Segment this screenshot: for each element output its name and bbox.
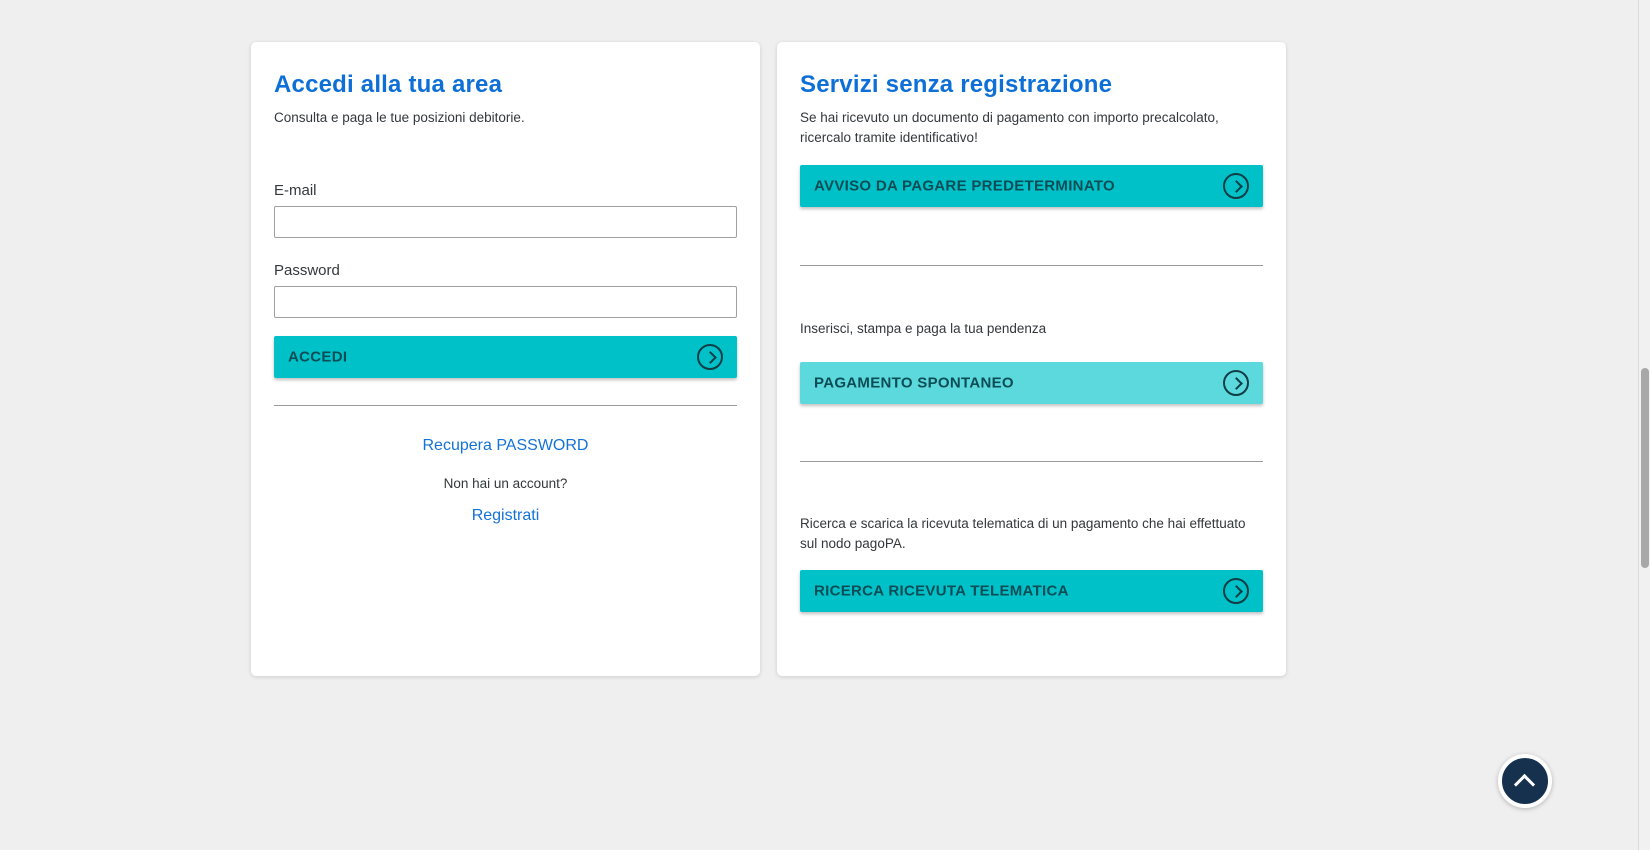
email-field[interactable] (274, 206, 737, 238)
login-card: Accedi alla tua area Consulta e paga le … (251, 42, 760, 676)
login-divider (274, 405, 737, 406)
recover-password-link[interactable]: Recupera PASSWORD (274, 437, 737, 455)
ricerca-ricevuta-button[interactable]: RICERCA RICEVUTA TELEMATICA (800, 570, 1263, 612)
vertical-scrollbar[interactable] (1638, 0, 1650, 850)
chevron-right-circle-icon (1223, 578, 1249, 604)
scroll-to-top-button[interactable] (1498, 754, 1552, 808)
no-account-text: Non hai un account? (274, 476, 737, 491)
chevron-right-circle-icon (1223, 173, 1249, 199)
page-background: { "login_card": { "title": "Accedi alla … (0, 0, 1650, 850)
ricerca-ricevuta-button-label: RICERCA RICEVUTA TELEMATICA (814, 583, 1069, 600)
scrollbar-thumb[interactable] (1641, 368, 1649, 568)
login-card-subtitle: Consulta e paga le tue posizioni debitor… (274, 108, 737, 128)
avviso-predeterminato-button[interactable]: AVVISO DA PAGARE PREDETERMINATO (800, 165, 1263, 207)
password-label: Password (274, 262, 737, 280)
chevron-right-circle-icon (1223, 370, 1249, 396)
email-label: E-mail (274, 182, 737, 200)
receipt-search-text: Ricerca e scarica la ricevuta telematica… (800, 514, 1263, 554)
services-intro-text: Se hai ricevuto un documento di pagament… (800, 108, 1263, 148)
avviso-predeterminato-button-label: AVVISO DA PAGARE PREDETERMINATO (814, 178, 1115, 195)
services-card-title: Servizi senza registrazione (800, 71, 1263, 99)
pagamento-spontaneo-button[interactable]: PAGAMENTO SPONTANEO (800, 362, 1263, 404)
chevron-right-circle-icon (697, 344, 723, 370)
accedi-button-label: ACCEDI (288, 349, 347, 366)
services-divider-1 (800, 265, 1263, 266)
accedi-button[interactable]: ACCEDI (274, 336, 737, 378)
spontaneous-payment-text: Inserisci, stampa e paga la tua pendenza (800, 319, 1263, 339)
pagamento-spontaneo-button-label: PAGAMENTO SPONTANEO (814, 375, 1014, 392)
services-card: Servizi senza registrazione Se hai ricev… (777, 42, 1286, 676)
login-card-title: Accedi alla tua area (274, 71, 737, 99)
password-field[interactable] (274, 286, 737, 318)
register-link[interactable]: Registrati (274, 507, 737, 525)
services-divider-2 (800, 461, 1263, 462)
